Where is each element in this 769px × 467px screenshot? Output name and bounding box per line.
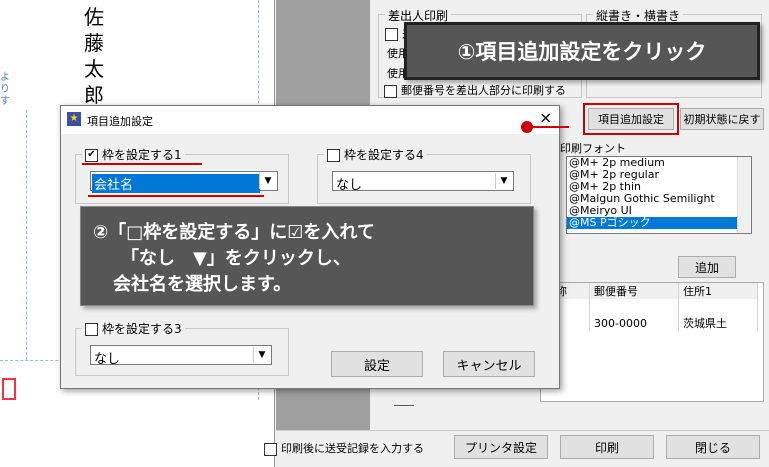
frame3-label: 枠を設定する3	[102, 322, 182, 336]
frame1-select-value: 会社名	[92, 174, 260, 193]
chevron-down-icon[interactable]: ▼	[253, 347, 270, 363]
frame4-group: 枠を設定する4 なし ▼	[317, 146, 531, 204]
table-row[interactable]: 様 300-0000 茨城県土	[541, 315, 758, 331]
side-label: より す	[0, 72, 10, 107]
record-checkbox[interactable]: 印刷後に送受記録を入力する	[264, 440, 424, 456]
record-checkbox-label: 印刷後に送受記録を入力する	[281, 442, 424, 455]
add-button[interactable]: 追加	[678, 256, 736, 278]
checkbox-box[interactable]	[327, 149, 340, 162]
print-button[interactable]: 印刷	[560, 435, 654, 459]
checkbox-box[interactable]	[85, 323, 98, 336]
postal-box	[2, 378, 16, 400]
address-table[interactable]: 敬称 郵便番号 住所1 様 様 300-0000 茨城県土	[540, 282, 764, 402]
chevron-down-icon[interactable]: ▼	[259, 173, 276, 189]
close-button[interactable]: 閉じる	[666, 435, 760, 459]
name-char: 佐	[84, 5, 104, 29]
item-settings-highlight	[583, 103, 679, 135]
postal-print-checkbox[interactable]: 郵便番号を差出人部分に印刷する	[384, 82, 566, 98]
frame1-checkbox[interactable]: ✔ 枠を設定する1	[82, 146, 185, 163]
printer-settings-button[interactable]: プリンタ設定	[454, 435, 548, 459]
frame1-group: ✔ 枠を設定する1 会社名 ▼	[75, 146, 289, 204]
frame4-select-value: なし	[336, 178, 363, 193]
address-grid: 敬称 郵便番号 住所1 様 様 300-0000 茨城県土	[541, 283, 758, 331]
cancel-button[interactable]: キャンセル	[443, 351, 535, 377]
bottom-bar: 印刷後に送受記録を入力する プリンタ設定 印刷 閉じる	[264, 430, 769, 467]
table-cell: 300-0000	[589, 315, 679, 331]
font-list-scrollbar[interactable]	[737, 157, 751, 233]
callout-step2-line3: 会社名を選択します。	[113, 274, 292, 295]
pointer-line	[531, 126, 569, 128]
callout-step2-line1: ②「□枠を設定する」に☑を入れて	[93, 222, 375, 243]
table-header[interactable]: 郵便番号	[589, 283, 679, 299]
checkbox-checked[interactable]: ✔	[85, 149, 98, 162]
table-cell	[589, 299, 679, 315]
reset-button[interactable]: 初期状態に戻す	[680, 108, 764, 130]
frame3-select-value: なし	[94, 352, 121, 367]
frame4-label: 枠を設定する4	[344, 148, 424, 162]
table-cell: 茨城県土	[678, 315, 758, 331]
table-cell	[678, 299, 758, 315]
font-group-label: 印刷フォント	[560, 142, 626, 155]
frame3-group: 枠を設定する3 なし ▼	[75, 320, 289, 376]
name-char: 藤	[84, 31, 104, 55]
table-header-row: 敬称 郵便番号 住所1	[541, 283, 758, 299]
frame4-select[interactable]: なし ▼	[332, 171, 514, 193]
separator	[394, 405, 414, 406]
postal-print-label: 郵便番号を差出人部分に印刷する	[401, 84, 566, 97]
frame1-label: 枠を設定する1	[102, 148, 182, 162]
frame4-checkbox[interactable]: 枠を設定する4	[324, 146, 427, 163]
callout-step2: ②「□枠を設定する」に☑を入れて 「なし ▼」をクリックし、 会社名を選択します…	[80, 206, 534, 306]
app-icon: ★	[67, 112, 81, 126]
frame1-underline	[82, 163, 202, 165]
font-list[interactable]: @M+ 2p medium @M+ 2p regular @M+ 2p thin…	[566, 156, 752, 234]
frame1-select-underline	[88, 195, 264, 197]
guide-line	[26, 110, 27, 360]
checkbox-box[interactable]	[264, 442, 277, 456]
checkbox-box[interactable]	[384, 84, 397, 98]
frame1-select[interactable]: 会社名 ▼	[90, 171, 278, 193]
table-row[interactable]: 様	[541, 299, 758, 315]
callout-step2-line2: 「なし ▼」をクリックし、	[121, 248, 351, 269]
recipient-name-vertical: 佐 藤 太 郎	[80, 4, 108, 108]
frame3-select[interactable]: なし ▼	[90, 345, 272, 367]
dialog-title: 項目追加設定	[87, 115, 153, 128]
font-list-item-selected[interactable]: @MS Pゴシック	[567, 217, 751, 229]
dialog-titlebar[interactable]: ★ 項目追加設定 ×	[61, 106, 569, 134]
chevron-down-icon[interactable]: ▼	[495, 173, 512, 189]
name-char: 太	[84, 57, 104, 81]
callout-step1-text: ①項目追加設定をクリック	[457, 40, 707, 64]
frame3-checkbox[interactable]: 枠を設定する3	[82, 320, 185, 337]
close-icon[interactable]: ×	[539, 108, 552, 127]
checkbox-box[interactable]	[385, 28, 398, 41]
ok-button[interactable]: 設定	[331, 351, 423, 377]
callout-step1: ①項目追加設定をクリック	[404, 22, 760, 80]
table-header[interactable]: 住所1	[678, 283, 758, 299]
